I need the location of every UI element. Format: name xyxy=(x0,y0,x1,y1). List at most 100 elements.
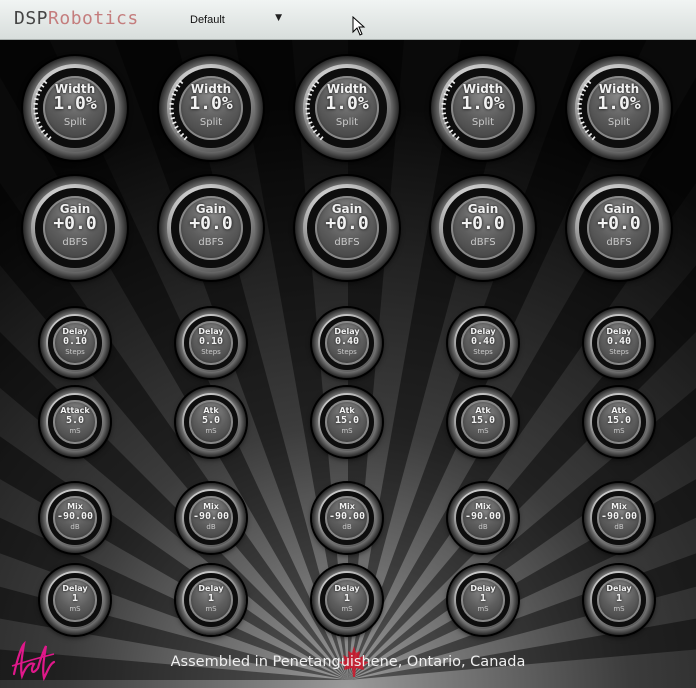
knob-unit: Steps xyxy=(65,347,85,356)
delay-ms-knob[interactable]: Delay 1 mS xyxy=(40,565,110,635)
attack-knob[interactable]: Atk 15.0 mS xyxy=(312,387,382,457)
knob-label: Mix xyxy=(203,502,219,511)
knob-value: 1 xyxy=(615,593,623,604)
knob-unit: mS xyxy=(613,426,625,435)
plugin-window: DSPRobotics Default ▼ Width 1.0% Split Widt… xyxy=(0,0,696,688)
knob-value: -90.00 xyxy=(192,511,230,522)
knob-value: 5.0 xyxy=(201,415,221,426)
gain-knob[interactable]: Gain +0.0 dBFS xyxy=(159,176,263,280)
knob-unit: Split xyxy=(63,117,87,128)
attack-knob[interactable]: Atk 5.0 mS xyxy=(176,387,246,457)
knob-value: 0.10 xyxy=(62,336,88,347)
gain-knob[interactable]: Gain +0.0 dBFS xyxy=(567,176,671,280)
knob-value: +0.0 xyxy=(597,213,641,234)
knob-label: Delay xyxy=(198,584,224,593)
knob-value: 1 xyxy=(207,593,215,604)
knob-value: 0.40 xyxy=(606,336,632,347)
knob-value: 1 xyxy=(71,593,79,604)
knob-unit: Split xyxy=(199,117,223,128)
knob-unit: mS xyxy=(341,604,353,613)
knob-value: 1.0% xyxy=(325,93,369,114)
mix-knob[interactable]: Mix -90.00 dB xyxy=(584,483,654,553)
mix-knob[interactable]: Mix -90.00 dB xyxy=(176,483,246,553)
knob-label: Mix xyxy=(475,502,491,511)
knob-label: Mix xyxy=(339,502,355,511)
knob-value: 5.0 xyxy=(65,415,85,426)
knob-label: Mix xyxy=(67,502,83,511)
attack-knob[interactable]: Attack 5.0 mS xyxy=(40,387,110,457)
knob-unit: Steps xyxy=(201,347,221,356)
knob-label: Delay xyxy=(606,584,632,593)
knob-unit: Steps xyxy=(473,347,493,356)
delay-steps-knob[interactable]: Delay 0.40 Steps xyxy=(312,308,382,378)
knob-unit: dB xyxy=(614,522,624,531)
knob-value: 0.40 xyxy=(334,336,360,347)
knob-unit: dBFS xyxy=(606,237,632,248)
delay-ms-knob[interactable]: Delay 1 mS xyxy=(312,565,382,635)
knob-label: Delay xyxy=(334,327,360,336)
knob-label: Atk xyxy=(203,406,219,415)
knob-unit: mS xyxy=(69,604,81,613)
knob-label: Delay xyxy=(198,327,224,336)
knob-value: -90.00 xyxy=(328,511,366,522)
mix-knob[interactable]: Mix -90.00 dB xyxy=(448,483,518,553)
knob-unit: Split xyxy=(335,117,359,128)
gain-knob[interactable]: Gain +0.0 dBFS xyxy=(431,176,535,280)
knob-label: Attack xyxy=(60,406,90,415)
knob-value: 0.10 xyxy=(198,336,224,347)
knob-value: 0.40 xyxy=(470,336,496,347)
delay-steps-knob[interactable]: Delay 0.10 Steps xyxy=(176,308,246,378)
width-knob[interactable]: Width 1.0% Split xyxy=(295,56,399,160)
knob-value: 15.0 xyxy=(470,415,496,426)
knob-unit: dB xyxy=(478,522,488,531)
knob-unit: mS xyxy=(341,426,353,435)
mix-knob[interactable]: Mix -90.00 dB xyxy=(40,483,110,553)
delay-steps-knob[interactable]: Delay 0.40 Steps xyxy=(448,308,518,378)
knob-value: 1.0% xyxy=(53,93,97,114)
knob-value: +0.0 xyxy=(53,213,97,234)
attack-knob[interactable]: Atk 15.0 mS xyxy=(448,387,518,457)
gain-knob[interactable]: Gain +0.0 dBFS xyxy=(23,176,127,280)
knob-value: 15.0 xyxy=(334,415,360,426)
knob-label: Delay xyxy=(334,584,360,593)
gain-knob[interactable]: Gain +0.0 dBFS xyxy=(295,176,399,280)
knob-value: -90.00 xyxy=(600,511,638,522)
knob-grid: Width 1.0% Split Width 1.0% Split Width 1.0% Spl… xyxy=(0,0,696,688)
knob-unit: mS xyxy=(613,604,625,613)
knob-label: Delay xyxy=(62,584,88,593)
knob-label: Delay xyxy=(470,584,496,593)
knob-unit: dBFS xyxy=(198,237,224,248)
knob-value: 1.0% xyxy=(189,93,233,114)
mix-knob[interactable]: Mix -90.00 dB xyxy=(312,483,382,553)
knob-label: Delay xyxy=(470,327,496,336)
knob-unit: Steps xyxy=(337,347,357,356)
knob-value: +0.0 xyxy=(461,213,505,234)
delay-ms-knob[interactable]: Delay 1 mS xyxy=(176,565,246,635)
knob-value: 1 xyxy=(343,593,351,604)
knob-label: Atk xyxy=(339,406,355,415)
attack-knob[interactable]: Atk 15.0 mS xyxy=(584,387,654,457)
delay-steps-knob[interactable]: Delay 0.10 Steps xyxy=(40,308,110,378)
knob-unit: dBFS xyxy=(334,237,360,248)
knob-unit: dB xyxy=(70,522,80,531)
knob-unit: mS xyxy=(69,426,81,435)
knob-value: -90.00 xyxy=(56,511,94,522)
width-knob[interactable]: Width 1.0% Split xyxy=(23,56,127,160)
knob-unit: Steps xyxy=(609,347,629,356)
knob-value: +0.0 xyxy=(325,213,369,234)
width-knob[interactable]: Width 1.0% Split xyxy=(431,56,535,160)
knob-value: 1.0% xyxy=(461,93,505,114)
knob-unit: mS xyxy=(205,604,217,613)
delay-ms-knob[interactable]: Delay 1 mS xyxy=(584,565,654,635)
knob-unit: dBFS xyxy=(62,237,88,248)
delay-ms-knob[interactable]: Delay 1 mS xyxy=(448,565,518,635)
width-knob[interactable]: Width 1.0% Split xyxy=(159,56,263,160)
knob-label: Atk xyxy=(475,406,491,415)
knob-unit: dB xyxy=(342,522,352,531)
knob-value: 1 xyxy=(479,593,487,604)
knob-label: Atk xyxy=(611,406,627,415)
knob-label: Delay xyxy=(62,327,88,336)
knob-unit: Split xyxy=(607,117,631,128)
width-knob[interactable]: Width 1.0% Split xyxy=(567,56,671,160)
delay-steps-knob[interactable]: Delay 0.40 Steps xyxy=(584,308,654,378)
